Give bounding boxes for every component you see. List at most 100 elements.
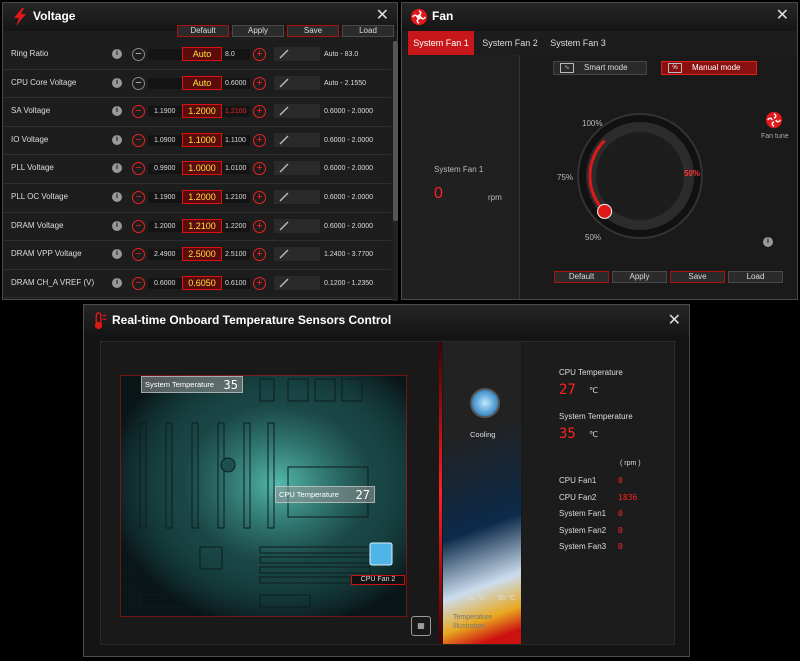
info-icon[interactable]: i: [112, 163, 122, 174]
edit-button[interactable]: [274, 247, 320, 262]
dial-knob[interactable]: [597, 203, 613, 219]
chart-icon: ∿: [560, 63, 574, 73]
pencil-icon: [279, 163, 289, 173]
decrement-button[interactable]: −: [132, 219, 145, 233]
system-temp-value: 35: [559, 426, 576, 442]
info-icon[interactable]: i: [112, 77, 122, 88]
percent-icon: %: [668, 63, 682, 73]
info-icon[interactable]: i: [112, 220, 122, 231]
fan-rpm-label: System Fan1: [559, 509, 607, 518]
edit-button[interactable]: [274, 132, 320, 147]
edit-button[interactable]: [274, 161, 320, 176]
tab-system-fan-2[interactable]: System Fan 2: [478, 31, 542, 55]
tab-system-fan-1[interactable]: System Fan 1: [408, 31, 474, 55]
voltage-range: 0.6000 - 2.0000: [324, 193, 374, 201]
voltage-row: DRAM Voltage i − 1.2000 1.2100 1.2200 + …: [3, 213, 391, 242]
default-button[interactable]: Default: [177, 25, 229, 37]
increment-button[interactable]: +: [253, 276, 266, 290]
cooling-icon[interactable]: [470, 388, 500, 418]
voltage-low-value: 0.6000: [154, 279, 176, 287]
voltage-current-field[interactable]: 0.6050: [182, 275, 222, 290]
cpu-temp-overlay: CPU Temperature 27: [275, 486, 375, 503]
dial-value: 50%: [684, 169, 701, 178]
info-icon[interactable]: i: [112, 134, 122, 145]
pencil-icon: [279, 278, 289, 288]
decrement-button[interactable]: −: [132, 162, 145, 176]
apply-button[interactable]: Apply: [612, 271, 667, 283]
edit-button[interactable]: [274, 47, 320, 61]
voltage-row: SA Voltage i − 1.1900 1.2000 1.2100 + 0.…: [3, 98, 391, 127]
fan-rpm-value: 0: [618, 509, 623, 518]
fan-rpm-label: CPU Fan1: [559, 476, 597, 485]
increment-button[interactable]: +: [253, 48, 266, 61]
info-icon[interactable]: i: [112, 191, 122, 202]
decrement-button[interactable]: −: [132, 276, 145, 290]
voltage-current-field[interactable]: Auto: [182, 47, 222, 61]
decrement-button[interactable]: −: [132, 48, 145, 61]
fan-icon: [410, 8, 428, 26]
voltage-current-field[interactable]: 1.2000: [182, 104, 222, 119]
manual-mode-button[interactable]: % Manual mode: [661, 61, 757, 75]
increment-button[interactable]: +: [253, 248, 266, 262]
dial-label-top: 100%: [582, 119, 603, 128]
decrement-button[interactable]: −: [132, 105, 145, 119]
decrement-button[interactable]: −: [132, 76, 145, 90]
default-button[interactable]: Default: [554, 271, 609, 283]
load-button[interactable]: Load: [728, 271, 783, 283]
voltage-range: 0.6000 - 2.0000: [324, 222, 374, 230]
info-icon[interactable]: i: [112, 277, 122, 288]
decrement-button[interactable]: −: [132, 190, 145, 204]
scrollbar-thumb[interactable]: [393, 41, 398, 221]
save-button[interactable]: Save: [670, 271, 725, 283]
voltage-current-field[interactable]: 1.2000: [182, 189, 222, 204]
apply-button[interactable]: Apply: [232, 25, 284, 37]
voltage-current-field[interactable]: 2.5000: [182, 247, 222, 262]
edit-button[interactable]: [274, 275, 320, 290]
voltage-current-field[interactable]: 1.1000: [182, 132, 222, 147]
info-icon[interactable]: i: [112, 106, 122, 117]
illustration-high-label: 60 ℃: [498, 595, 516, 602]
voltage-current-field[interactable]: Auto: [182, 75, 222, 90]
info-icon[interactable]: i: [112, 249, 122, 260]
voltage-label: DRAM CH_A VREF (V): [11, 277, 95, 287]
smart-mode-button[interactable]: ∿ Smart mode: [553, 61, 647, 75]
temperature-visual: System Temperature 35 CPU Temperature 27…: [100, 341, 675, 645]
edit-button[interactable]: [274, 189, 320, 204]
info-icon[interactable]: i: [763, 237, 773, 247]
load-button[interactable]: Load: [342, 25, 394, 37]
fan-tune-icon[interactable]: [765, 111, 783, 129]
voltage-high-value: 0.6100: [225, 279, 247, 287]
decrement-button[interactable]: −: [132, 248, 145, 262]
red-light-divider: [439, 342, 442, 644]
close-icon[interactable]: ✕: [376, 6, 389, 26]
system-temp-unit: ℃: [589, 430, 598, 439]
increment-button[interactable]: +: [253, 190, 266, 204]
edit-button[interactable]: [274, 75, 320, 90]
increment-button[interactable]: +: [253, 76, 266, 90]
increment-button[interactable]: +: [253, 133, 266, 147]
close-icon[interactable]: ✕: [776, 6, 789, 26]
voltage-current-field[interactable]: 1.2100: [182, 218, 222, 233]
voltage-row: IO Voltage i − 1.0900 1.1000 1.1100 + 0.…: [3, 127, 391, 156]
board-toggle-icon[interactable]: ▦: [411, 616, 431, 636]
info-icon[interactable]: i: [112, 49, 122, 59]
increment-button[interactable]: +: [253, 162, 266, 176]
close-icon[interactable]: ✕: [668, 311, 681, 331]
voltage-low-value: 1.1900: [154, 193, 176, 201]
increment-button[interactable]: +: [253, 219, 266, 233]
illustration-low-label: 30 ℃: [467, 595, 485, 602]
sensor-panel: CPU Temperature 27 ℃ System Temperature …: [522, 342, 674, 644]
cpu-fan2-tag[interactable]: CPU Fan 2: [351, 575, 405, 585]
decrement-button[interactable]: −: [132, 133, 145, 147]
edit-button[interactable]: [274, 218, 320, 233]
voltage-current-field[interactable]: 1.0000: [182, 161, 222, 176]
cpu-fan-icon: [369, 542, 393, 566]
pencil-icon: [279, 249, 289, 259]
cpu-temp-label: CPU Temperature: [559, 368, 623, 377]
edit-button[interactable]: [274, 104, 320, 119]
save-button[interactable]: Save: [287, 25, 339, 37]
cooling-label: Cooling: [470, 430, 496, 439]
rpm-header: ( rpm ): [620, 460, 641, 467]
tab-system-fan-3[interactable]: System Fan 3: [546, 31, 610, 55]
increment-button[interactable]: +: [253, 105, 266, 119]
